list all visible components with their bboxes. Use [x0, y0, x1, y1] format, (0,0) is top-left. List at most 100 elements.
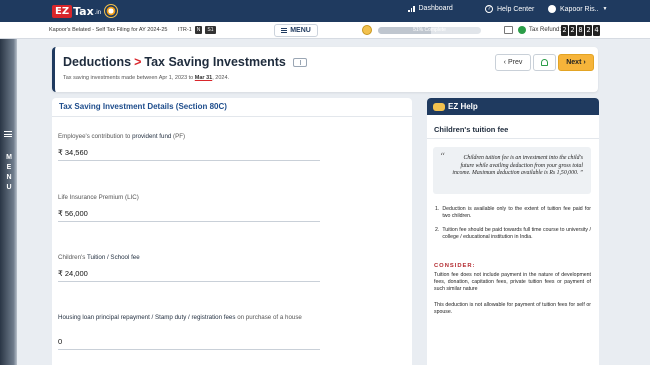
logo-tax-text: Tax — [73, 4, 94, 18]
prev-button[interactable]: ‹ Prev — [495, 54, 531, 71]
consider-text-2: This deduction is not allowable for paym… — [434, 302, 591, 315]
eztax-logo[interactable]: EZ Tax .in — [52, 3, 101, 19]
breadcrumb-deductions: Deductions — [63, 55, 132, 69]
page-subtitle: Tax saving investments made between Apr … — [63, 75, 229, 81]
pf-field: Employee's contribution to provident fun… — [58, 132, 320, 161]
itr-type: ITR-1 N S1 — [178, 26, 216, 34]
user-menu[interactable]: Kapoor Ris.. ▼ — [548, 5, 607, 13]
subtitle-prefix: Tax saving investments made between Apr … — [63, 75, 194, 81]
next-button[interactable]: Next › — [558, 54, 594, 71]
tax-refund-label: Tax Refund: — [529, 27, 562, 33]
dashboard-label: Dashboard — [418, 5, 453, 12]
help-points-list: 1. Deduction is available only to the ex… — [435, 206, 591, 248]
tax-refund-amount: 2 2 8 2 4 — [561, 25, 600, 36]
subtitle-suffix: , 2024. — [212, 75, 230, 81]
notification-button[interactable] — [533, 54, 556, 71]
signal-bars-icon — [408, 5, 415, 12]
breadcrumb-current: Tax Saving Investments — [144, 55, 286, 69]
progress-badge-icon — [362, 25, 372, 35]
progress-text: 51% Complete — [413, 27, 446, 33]
next-label: Next — [566, 59, 582, 66]
help-topic-title: Children's tuition fee — [434, 125, 509, 134]
dashboard-link[interactable]: Dashboard — [408, 5, 453, 12]
menu-list-icon — [281, 28, 288, 33]
label-tail-text: (PF) — [171, 133, 186, 140]
lic-field: Life Insurance Premium (LIC) ₹ 56,000 — [58, 193, 320, 222]
government-emblem-icon — [104, 4, 118, 18]
housing-loan-field-label: Housing loan principal repayment / Stamp… — [58, 313, 320, 322]
lic-field-label: Life Insurance Premium (LIC) — [58, 193, 320, 202]
label-text: Employee's contribution to — [58, 133, 133, 140]
book-icon[interactable] — [292, 57, 307, 67]
menu-button[interactable]: MENU — [274, 24, 318, 37]
help-center-link[interactable]: ? Help Center — [485, 5, 534, 13]
help-quote-text: Children tuition fee is an investment in… — [452, 155, 583, 177]
refund-status-icon — [518, 26, 526, 34]
itr-label: ITR-1 — [178, 27, 192, 33]
ez-help-header: EZ Help — [427, 98, 599, 115]
user-name: Kapoor Ris.. — [560, 5, 599, 13]
refund-digit: 8 — [577, 25, 584, 36]
housing-loan-input[interactable]: 0 — [58, 337, 320, 350]
label-bold-text: Housing loan principal repayment / Stamp… — [58, 314, 236, 321]
divider — [427, 138, 599, 139]
progress-bar: 51% Complete — [378, 27, 481, 34]
top-navbar: EZ Tax .in Dashboard ? Help Center Kapoo… — [0, 0, 650, 22]
list-item: 1. Deduction is available only to the ex… — [435, 206, 591, 220]
quote-open-icon: “ — [440, 152, 446, 163]
list-number: 2. — [435, 227, 440, 233]
refund-digit: 4 — [593, 25, 600, 36]
refund-digit: 2 — [585, 25, 592, 36]
filing-title: Kapoor's Belated - Self Tax Filing for A… — [49, 27, 168, 33]
side-menu-label: M E N U — [6, 154, 12, 191]
section-title: Tax Saving Investment Details (Section 8… — [59, 102, 227, 111]
refund-digit: 2 — [569, 25, 576, 36]
side-menu-toggle[interactable]: M E N U — [0, 39, 17, 365]
label-bold-text: provident fund — [132, 133, 172, 140]
tuition-input[interactable]: ₹ 24,000 — [58, 269, 320, 282]
filing-status-bar: Kapoor's Belated - Self Tax Filing for A… — [0, 22, 650, 39]
chevron-left-icon: ‹ — [503, 59, 506, 66]
breadcrumb-chevron-icon: > — [134, 55, 142, 69]
chevron-down-icon: ▼ — [602, 6, 608, 12]
subtitle-date: Mar 31 — [194, 75, 213, 81]
menu-label: MENU — [290, 27, 311, 34]
chevron-right-icon: › — [583, 59, 586, 66]
tuition-field-label: Children's Tuition / School fee — [58, 253, 320, 262]
divider — [52, 116, 412, 117]
label-text: Children's — [58, 254, 87, 261]
help-quote: “ Children tuition fee is an investment … — [433, 147, 591, 194]
pf-field-label: Employee's contribution to provident fun… — [58, 132, 320, 141]
investment-form: Tax Saving Investment Details (Section 8… — [52, 98, 412, 365]
pf-input[interactable]: ₹ 34,560 — [58, 148, 320, 161]
bell-icon — [541, 59, 548, 66]
itr-badge-schedule: S1 — [205, 26, 216, 34]
itr-badge-new: N — [194, 26, 203, 34]
list-text: Deduction is available only to the exten… — [442, 206, 591, 219]
page-header: Deductions > Tax Saving Investments Tax … — [52, 47, 598, 92]
label-text: Life Insurance Premium (LIC) — [58, 194, 139, 201]
logo-ez-text: EZ — [52, 4, 73, 18]
lic-input[interactable]: ₹ 56,000 — [58, 209, 320, 222]
list-number: 1. — [435, 206, 440, 212]
ez-help-logo-icon — [433, 102, 445, 111]
label-bold-text: Tuition / School fee — [86, 254, 140, 261]
refund-digit: 2 — [561, 25, 568, 36]
logo-domain-text: .in — [94, 10, 102, 16]
list-text: Tuition fee should be paid towards full … — [442, 227, 591, 240]
calculator-icon[interactable] — [504, 26, 513, 34]
ez-help-panel: EZ Help Children's tuition fee “ Childre… — [427, 98, 599, 365]
menu-list-icon — [4, 131, 12, 137]
user-icon — [548, 5, 556, 13]
help-circle-icon: ? — [485, 5, 493, 13]
label-tail-text: on purchase of a house — [235, 314, 302, 321]
tuition-field: Children's Tuition / School fee ₹ 24,000 — [58, 253, 320, 282]
consider-text-1: Tuition fee does not include payment in … — [434, 272, 591, 292]
help-center-label: Help Center — [497, 5, 535, 13]
consider-heading: CONSIDER: — [434, 263, 476, 269]
housing-loan-field: Housing loan principal repayment / Stamp… — [58, 313, 320, 350]
page-title: Deductions > Tax Saving Investments — [63, 55, 307, 69]
ez-help-title: EZ Help — [448, 102, 478, 111]
prev-label: Prev — [507, 59, 523, 66]
list-item: 2. Tuition fee should be paid towards fu… — [435, 227, 591, 241]
